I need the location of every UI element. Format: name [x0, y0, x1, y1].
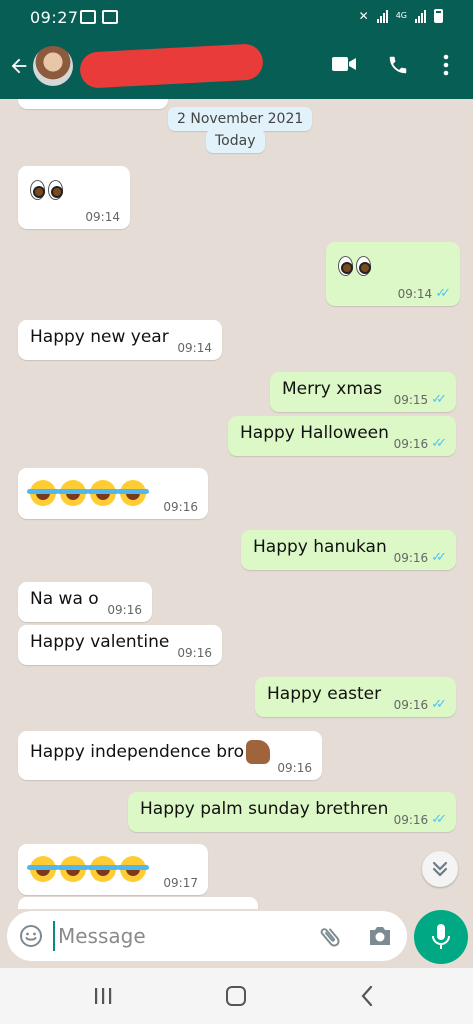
message-text: Happy new year: [30, 327, 169, 347]
message-time: 09:15: [393, 392, 429, 407]
battery-icon: [434, 9, 443, 23]
today-chip: Today: [206, 129, 265, 153]
message-bubble-outgoing[interactable]: 09:14 ✓✓: [326, 242, 460, 306]
phone-icon[interactable]: [387, 54, 409, 76]
message-time: 09:16: [393, 436, 429, 451]
more-vert-icon[interactable]: [440, 53, 452, 77]
message-time: 09:14: [397, 286, 433, 301]
message-time: 09:16: [163, 500, 198, 514]
chat-header: [0, 36, 473, 99]
message-time: 09:14: [85, 210, 120, 224]
laughing-emojis: [27, 480, 150, 506]
message-time: 09:17: [163, 876, 198, 890]
message-text: Happy hanukan: [253, 537, 387, 557]
mic-icon: [432, 924, 450, 949]
back-arrow-icon[interactable]: [8, 54, 30, 78]
status-time: 09:27: [30, 8, 79, 27]
emoji-icon[interactable]: [19, 924, 43, 948]
message-composer: [7, 911, 407, 961]
message-text: Happy valentine: [30, 632, 170, 652]
thumbs-up-emoji: [246, 740, 271, 764]
message-input[interactable]: [53, 921, 303, 951]
message-time: 09:16: [393, 550, 429, 565]
message-bubble-incoming[interactable]: 09:14: [18, 166, 130, 229]
system-nav-bar: [0, 968, 473, 1024]
read-ticks-icon: ✓✓: [431, 812, 447, 827]
message-time: 09:16: [393, 697, 429, 712]
message-bubble-outgoing[interactable]: Happy hanukan 09:16 ✓✓: [241, 530, 456, 570]
message-text: Happy independence bro: [30, 740, 271, 764]
message-text: Merry xmas: [282, 379, 383, 399]
gallery-icon: [80, 10, 96, 24]
home-icon[interactable]: [226, 986, 246, 1006]
message-text: Happy palm sunday brethren: [140, 799, 389, 819]
double-chevron-down-icon: [432, 861, 448, 877]
recent-apps-icon[interactable]: [92, 987, 114, 1005]
signal-icon: [376, 9, 388, 23]
voice-message-button[interactable]: [414, 910, 468, 964]
redacted-contact-name[interactable]: [79, 43, 264, 89]
message-bubble-outgoing[interactable]: Happy palm sunday brethren 09:16 ✓✓: [128, 792, 456, 832]
contact-avatar[interactable]: [33, 46, 73, 86]
message-bubble-incoming[interactable]: Happy valentine 09:16: [18, 625, 222, 665]
message-bubble-incoming[interactable]: Happy new year 09:14: [18, 320, 222, 360]
message-text: Happy Halloween: [240, 423, 389, 443]
nav-back-icon[interactable]: [360, 985, 374, 1007]
message-time: 09:16: [107, 603, 142, 617]
signal-icon-2: [415, 9, 426, 23]
message-list[interactable]: 2 November 2021 Today 09:14 09:14 ✓✓ Happ…: [0, 99, 473, 909]
message-bubble-outgoing[interactable]: Happy easter 09:16 ✓✓: [255, 677, 456, 717]
laughing-emojis: [27, 856, 150, 882]
message-time: 09:16: [177, 646, 212, 660]
scroll-to-bottom-button[interactable]: [422, 851, 458, 887]
message-time: 09:16: [393, 812, 429, 827]
video-call-icon[interactable]: [332, 56, 356, 72]
read-ticks-icon: ✓✓: [431, 436, 447, 451]
read-ticks-icon: ✓✓: [435, 286, 451, 301]
mute-icon: ✕: [358, 9, 369, 23]
message-bubble-incoming[interactable]: Na wa o 09:16: [18, 582, 152, 622]
message-text: Happy easter: [267, 684, 382, 704]
attach-icon[interactable]: [317, 924, 343, 950]
message-bubble-incoming[interactable]: 09:17: [18, 844, 208, 895]
message-time: 09:14: [177, 341, 212, 355]
message-bubble-outgoing[interactable]: Merry xmas 09:15 ✓✓: [270, 372, 456, 412]
status-right: ✕ 4G: [359, 9, 443, 23]
read-ticks-icon: ✓✓: [431, 550, 447, 565]
message-bubble-partial[interactable]: [18, 897, 258, 909]
message-bubble-outgoing[interactable]: Happy Halloween 09:16 ✓✓: [228, 416, 456, 456]
message-bubble-incoming[interactable]: Happy independence bro 09:16: [18, 731, 322, 780]
eyes-emoji: [338, 256, 374, 276]
read-ticks-icon: ✓✓: [431, 697, 447, 712]
message-time: 09:16: [277, 761, 312, 775]
message-text: Na wa o: [30, 589, 99, 609]
read-ticks-icon: ✓✓: [431, 392, 447, 407]
date-chip: 2 November 2021: [168, 107, 313, 131]
eyes-emoji: [30, 180, 66, 200]
message-bubble-partial[interactable]: [18, 99, 168, 109]
network-type: 4G: [395, 11, 407, 20]
status-bar: 09:27 ✕ 4G: [0, 0, 473, 36]
message-bubble-incoming[interactable]: 09:16: [18, 468, 208, 519]
checkbox-icon: [102, 10, 118, 24]
camera-icon[interactable]: [367, 924, 393, 948]
